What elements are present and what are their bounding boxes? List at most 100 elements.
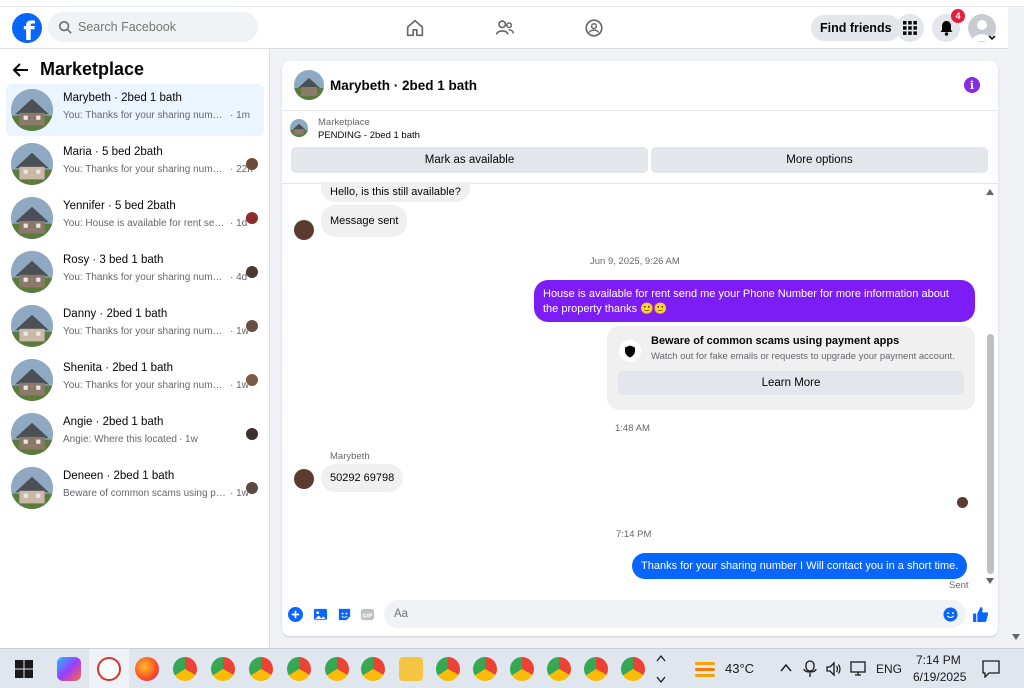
scroll-down-icon[interactable] (986, 578, 994, 584)
photo-icon[interactable] (313, 607, 328, 622)
learn-more-button[interactable]: Learn More (618, 371, 964, 395)
listing-thumbnail (11, 305, 53, 347)
facebook-logo-icon[interactable]: f (12, 13, 42, 43)
conversation-item[interactable]: Deneen · 2bed 1 bath Beware of common sca… (6, 462, 264, 514)
chrome-icon[interactable] (547, 657, 571, 681)
file-explorer-icon[interactable] (399, 657, 423, 681)
sent-status: Sent (949, 580, 969, 591)
window-scrollbar[interactable] (1008, 7, 1024, 648)
chrome-icon[interactable] (325, 657, 349, 681)
conversation-name: Maria · 5 bed 2bath (63, 146, 163, 158)
conversation-snippet: You: Thanks for your sharing number I Wi… (63, 380, 259, 391)
chrome-icon[interactable] (510, 657, 534, 681)
listing-thumbnail[interactable] (294, 70, 324, 100)
windows-start-icon[interactable] (15, 660, 33, 678)
chrome-icon[interactable] (621, 657, 645, 681)
speaker-icon[interactable] (826, 661, 842, 677)
listing-thumbnail (11, 89, 53, 131)
emoji-icon[interactable] (943, 607, 958, 622)
scroll-down-icon[interactable] (1012, 634, 1020, 640)
conversation-name: Rosy · 3 bed 1 bath (63, 254, 164, 266)
timestamp: 7:14 PM (616, 529, 652, 540)
snippet-text: Beware of common scams using payment app… (63, 488, 228, 499)
plus-circle-icon[interactable] (288, 607, 303, 622)
scam-warning-title: Beware of common scams using payment app… (651, 335, 900, 347)
conversation-name: Marybeth · 2bed 1 bath (63, 92, 182, 104)
info-icon[interactable]: i (964, 77, 980, 93)
chrome-icon[interactable] (249, 657, 273, 681)
groups-icon[interactable] (583, 17, 605, 39)
conversation-snippet: You: Thanks for your sharing number I Wi… (63, 164, 259, 175)
listing-status: PENDING - 2bed 1 bath (318, 130, 420, 141)
clock-date[interactable]: 6/19/2025 (913, 670, 966, 684)
menu-button[interactable] (896, 14, 924, 42)
like-thumb-icon[interactable] (972, 606, 989, 623)
scam-warning-card: Beware of common scams using payment app… (607, 326, 975, 410)
conversation-sidebar: Marketplace Marybeth · 2bed 1 bath You: T… (0, 49, 270, 648)
friends-icon[interactable] (494, 17, 516, 39)
thread-scrollbar[interactable] (984, 184, 996, 594)
house-photo-icon (11, 467, 53, 509)
snippet-text: You: Thanks for your sharing number I Wi… (63, 272, 228, 283)
timestamp: 1:48 AM (615, 423, 650, 434)
chrome-icon[interactable] (287, 657, 311, 681)
read-receipt-avatar (246, 320, 258, 332)
search-input[interactable] (78, 20, 238, 34)
scrollbar-thumb[interactable] (987, 334, 994, 574)
chrome-icon[interactable] (436, 657, 460, 681)
listing-thumbnail (11, 197, 53, 239)
find-friends-button[interactable]: Find friends (811, 15, 901, 41)
back-arrow-icon[interactable] (12, 62, 30, 78)
gif-icon[interactable]: GIF (360, 607, 375, 622)
message-bubble-incoming: 50292 69798 (321, 464, 404, 492)
conversation-item[interactable]: Yennifer · 5 bed 2bath You: House is avai… (6, 192, 264, 244)
snippet-text: You: Thanks for your sharing number I Wi… (63, 380, 228, 391)
conversation-item[interactable]: Angie · 2bed 1 bath Angie: Where this loc… (6, 408, 264, 460)
conversation-snippet: Beware of common scams using payment app… (63, 488, 259, 499)
input-language[interactable]: ENG (876, 662, 902, 676)
meet-now-icon[interactable] (803, 660, 817, 678)
more-options-button[interactable]: More options (651, 147, 988, 173)
message-input[interactable] (384, 600, 966, 628)
chat-title[interactable]: Marybeth · 2bed 1 bath (330, 78, 477, 93)
conversation-item[interactable]: Maria · 5 bed 2bath You: Thanks for your … (6, 138, 264, 190)
chrome-icon[interactable] (361, 657, 385, 681)
chrome-icon[interactable] (584, 657, 608, 681)
conversation-item[interactable]: Danny · 2bed 1 bath You: Thanks for your … (6, 300, 264, 352)
marketplace-label: Marketplace (318, 117, 370, 128)
search-box[interactable] (48, 12, 258, 42)
listing-thumbnail (11, 359, 53, 401)
house-photo-icon (11, 251, 53, 293)
chrome-icon[interactable] (173, 657, 197, 681)
weather-hot-icon[interactable] (694, 658, 716, 680)
sticker-icon[interactable] (337, 607, 352, 622)
scroll-up-icon[interactable] (986, 189, 994, 195)
mark-as-available-button[interactable]: Mark as available (291, 147, 648, 173)
snipping-tool-icon[interactable] (97, 657, 121, 681)
bell-icon (940, 21, 952, 36)
conversation-item[interactable]: Marybeth · 2bed 1 bath You: Thanks for yo… (6, 84, 264, 136)
conversation-item[interactable]: Shenita · 2bed 1 bath You: Thanks for you… (6, 354, 264, 406)
snippet-time: · 1w (178, 434, 198, 445)
clock-time[interactable]: 7:14 PM (916, 653, 961, 667)
conversation-item[interactable]: Rosy · 3 bed 1 bath You: Thanks for your … (6, 246, 264, 298)
copilot-icon[interactable] (57, 657, 81, 681)
conversation-snippet: You: Thanks for your sharing number I Wi… (63, 272, 259, 283)
chrome-icon[interactable] (473, 657, 497, 681)
timestamp: Jun 9, 2025, 9:26 AM (590, 256, 680, 267)
chrome-icon[interactable] (211, 657, 235, 681)
svg-text:GIF: GIF (362, 613, 373, 619)
home-icon[interactable] (404, 17, 426, 39)
firefox-icon[interactable] (135, 657, 159, 681)
listing-thumbnail (11, 251, 53, 293)
conversation-name: Yennifer · 5 bed 2bath (63, 200, 176, 212)
read-receipt-avatar (246, 482, 258, 494)
network-icon[interactable] (850, 661, 868, 677)
chat-panel: Marybeth · 2bed 1 bath i Marketplace PEN… (282, 61, 998, 636)
chevron-up-icon[interactable] (780, 663, 792, 673)
notification-center-icon[interactable] (982, 660, 1000, 678)
taskbar-overflow-chevrons-icon[interactable] (656, 653, 666, 685)
weather-temperature[interactable]: 43°C (725, 661, 754, 676)
house-photo-icon (11, 143, 53, 185)
chevron-down-icon[interactable] (988, 35, 996, 41)
